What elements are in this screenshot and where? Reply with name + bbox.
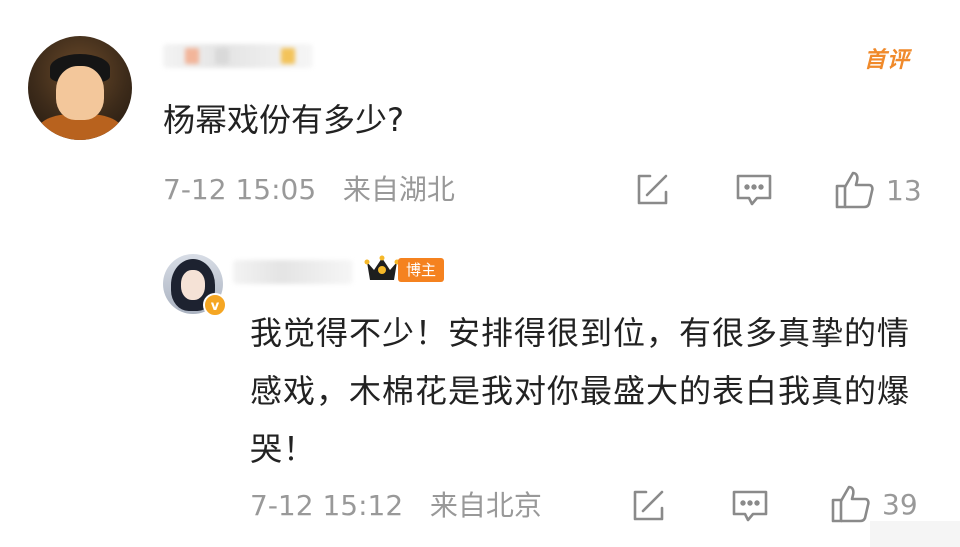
thumbs-up-icon	[835, 171, 874, 209]
comment-location: 来自湖北	[342, 173, 455, 206]
commenter-avatar[interactable]	[28, 36, 132, 140]
share-button[interactable]	[634, 172, 670, 208]
first-comment-badge: 首评	[863, 48, 910, 73]
reply-comment-button[interactable]	[731, 488, 769, 524]
verified-badge: v	[203, 293, 227, 317]
reply-location: 来自北京	[429, 489, 542, 522]
reply-timestamp: 7-12 15:12	[250, 489, 404, 522]
reply-like-count: 39	[882, 487, 918, 521]
blogger-badge: 博主	[398, 258, 445, 282]
like-count: 13	[886, 173, 922, 207]
reply-like-button[interactable]: 39	[830, 484, 918, 524]
thumbs-up-icon	[831, 485, 870, 523]
comment-text: 杨幂戏份有多少?	[163, 101, 404, 139]
reply-button[interactable]	[735, 172, 773, 208]
comment-icon	[736, 174, 772, 206]
reply-text: 我觉得不少！安排得很到位，有很多真挚的情感戏，木棉花是我对你最盛大的表白我真的爆…	[250, 314, 911, 468]
like-button[interactable]: 13	[834, 170, 922, 210]
replier-name-blurred[interactable]	[233, 260, 353, 284]
comment-icon	[732, 490, 768, 522]
commenter-name-blurred[interactable]	[163, 44, 313, 68]
crown-icon	[364, 255, 400, 280]
comment-meta: 7-12 15:05 来自湖北	[163, 172, 455, 208]
watermark-overlay	[870, 521, 960, 547]
comment-timestamp: 7-12 15:05	[163, 173, 317, 206]
reply-meta: 7-12 15:12 来自北京	[250, 488, 542, 524]
share-icon	[637, 174, 668, 205]
share-icon	[633, 490, 664, 521]
reply-share-button[interactable]	[630, 488, 666, 524]
